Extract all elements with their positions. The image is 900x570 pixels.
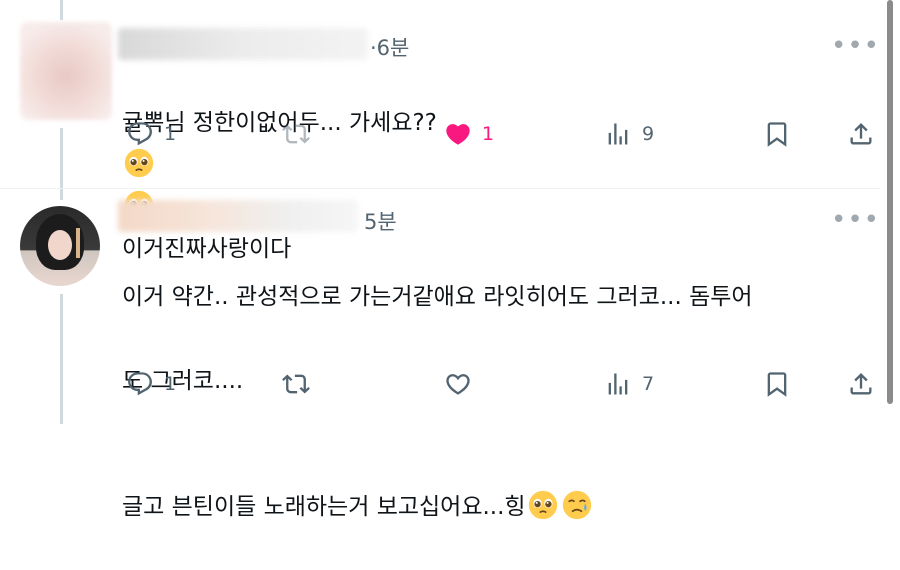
- tweet-2[interactable]: 5분 ••• 이거 약간.. 관성적으로 가는거같애요 라잇히어도 그러코...…: [0, 190, 880, 520]
- scrollbar[interactable]: [887, 0, 893, 404]
- analytics-icon: [608, 373, 628, 395]
- divider: [0, 188, 880, 189]
- bookmark-icon: [767, 372, 787, 397]
- reply-count: 1: [164, 373, 177, 395]
- share-icon: [850, 123, 872, 145]
- retweet-icon: [282, 124, 310, 144]
- retweet-button[interactable]: [282, 370, 320, 398]
- tweet-text-line3-wrap: 글고 븐틴이들 노래하는거 보고십어요...힝: [122, 444, 753, 528]
- tweet-text: 이거 약간.. 관성적으로 가는거같애요 라잇히어도 그러코... 돔투어 도 …: [122, 234, 753, 570]
- heart-outline-icon: [446, 374, 470, 395]
- bookmark-icon: [767, 122, 787, 147]
- reply-count: 1: [164, 123, 177, 145]
- reply-button[interactable]: 1: [126, 370, 176, 398]
- like-count: 1: [482, 123, 495, 145]
- author-name[interactable]: [118, 28, 368, 60]
- reply-icon: [128, 122, 152, 146]
- tweet-text-line1: 이거 약간.. 관성적으로 가는거같애요 라잇히어도 그러코... 돔투어: [122, 284, 753, 310]
- view-count: 9: [642, 123, 655, 145]
- tweet-text-line2: 도 그러코....: [122, 368, 244, 394]
- views-button[interactable]: 7: [604, 370, 654, 398]
- timestamp[interactable]: ·6분: [370, 32, 409, 62]
- reply-button[interactable]: 1: [126, 120, 176, 148]
- bookmark-button[interactable]: [763, 120, 791, 148]
- avatar-sparkle: [76, 228, 80, 258]
- more-options-icon[interactable]: •••: [831, 33, 880, 59]
- tweet-text-line3: 글고 븐틴이들 노래하는거 보고십어요...힝: [122, 494, 526, 520]
- sad-but-relieved-face-emoji: [562, 490, 591, 520]
- pleading-face-emoji: [528, 490, 557, 520]
- avatar[interactable]: [20, 22, 112, 120]
- analytics-icon: [608, 123, 628, 145]
- avatar-face: [48, 230, 72, 260]
- share-icon: [850, 373, 872, 395]
- heart-filled-icon: [446, 124, 470, 145]
- more-options-icon[interactable]: •••: [831, 207, 880, 233]
- tweet-1[interactable]: ·6분 ••• 귤뽁님 정한이없어두... 가세요?? 이거진짜사랑이다 1 1…: [0, 0, 880, 262]
- timestamp[interactable]: 5분: [364, 206, 397, 236]
- view-count: 7: [642, 373, 655, 395]
- like-button[interactable]: 1: [444, 120, 494, 148]
- views-button[interactable]: 9: [604, 120, 654, 148]
- retweet-button[interactable]: [282, 120, 320, 148]
- share-button[interactable]: [847, 370, 875, 398]
- avatar[interactable]: [20, 206, 100, 286]
- reply-icon: [128, 372, 152, 396]
- pleading-face-emoji: [124, 148, 154, 178]
- author-name[interactable]: [118, 200, 358, 232]
- retweet-icon: [282, 374, 310, 394]
- like-button[interactable]: [444, 370, 482, 398]
- share-button[interactable]: [847, 120, 875, 148]
- bookmark-button[interactable]: [763, 370, 791, 398]
